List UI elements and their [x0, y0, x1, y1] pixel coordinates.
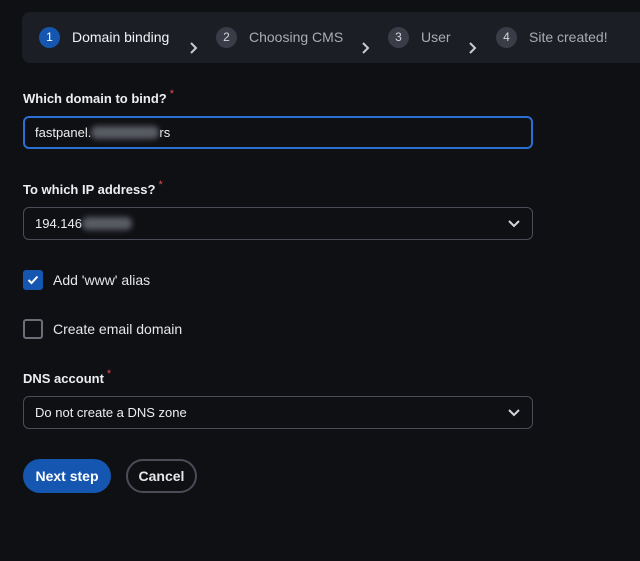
- step-number: 3: [388, 26, 409, 48]
- chevron-right-icon: [360, 41, 370, 55]
- step-domain-binding: 1 Domain binding: [39, 26, 169, 48]
- www-alias-checkbox[interactable]: [23, 270, 43, 290]
- step-number: 1: [39, 26, 60, 48]
- domain-input[interactable]: fastpanel. rs: [23, 116, 533, 149]
- email-domain-label: Create email domain: [53, 321, 183, 337]
- step-number: 2: [216, 26, 237, 48]
- dns-label-text: DNS account: [23, 371, 104, 386]
- dns-label: DNS account *: [23, 368, 112, 386]
- dns-account-value: Do not create a DNS zone: [35, 405, 187, 420]
- ip-select[interactable]: 194.146: [23, 207, 533, 240]
- ip-label-text: To which IP address?: [23, 182, 156, 197]
- domain-value-prefix: fastpanel.: [35, 125, 92, 140]
- chevron-right-icon: [188, 41, 198, 55]
- step-label: User: [421, 29, 451, 45]
- chevron-down-icon: [508, 219, 520, 229]
- www-alias-option[interactable]: Add 'www' alias: [23, 270, 150, 290]
- dns-account-select[interactable]: Do not create a DNS zone: [23, 396, 533, 429]
- wizard-stepper: 1 Domain binding 2 Choosing CMS 3 User 4…: [22, 12, 640, 63]
- redacted-blur: [82, 217, 132, 230]
- domain-value-suffix: rs: [159, 125, 171, 140]
- checkmark-icon: [27, 275, 39, 285]
- cancel-button[interactable]: Cancel: [126, 459, 197, 493]
- email-domain-option[interactable]: Create email domain: [23, 319, 182, 339]
- step-choosing-cms: 2 Choosing CMS: [216, 26, 343, 48]
- domain-label-text: Which domain to bind?: [23, 91, 167, 106]
- redacted-blur: [91, 126, 160, 139]
- ip-value-prefix: 194.146: [35, 216, 82, 231]
- step-label: Site created!: [529, 29, 608, 45]
- www-alias-label: Add 'www' alias: [53, 272, 151, 288]
- step-label: Domain binding: [72, 29, 170, 45]
- step-site-created: 4 Site created!: [496, 26, 608, 48]
- required-mark: *: [169, 88, 174, 100]
- ip-label: To which IP address? *: [23, 179, 163, 197]
- email-domain-checkbox[interactable]: [23, 319, 43, 339]
- chevron-right-icon: [467, 41, 477, 55]
- domain-label: Which domain to bind? *: [23, 88, 174, 106]
- required-mark: *: [158, 179, 163, 191]
- chevron-down-icon: [508, 408, 520, 418]
- step-number: 4: [496, 26, 517, 48]
- next-step-button[interactable]: Next step: [23, 459, 111, 493]
- required-mark: *: [106, 368, 112, 380]
- step-label: Choosing CMS: [249, 29, 344, 45]
- step-user: 3 User: [388, 26, 451, 48]
